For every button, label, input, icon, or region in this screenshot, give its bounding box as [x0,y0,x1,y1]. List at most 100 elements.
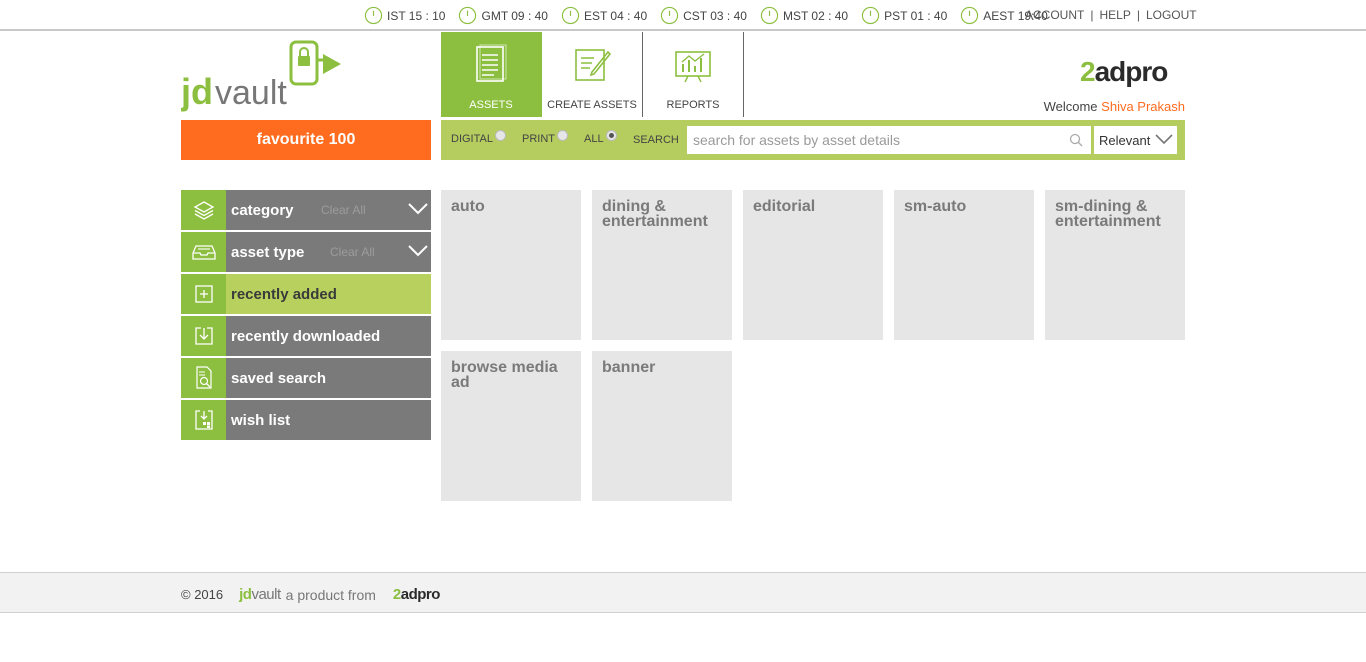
sort-select[interactable]: Relevant [1094,126,1177,154]
tile-label: banner [602,359,656,376]
brand-rest: adpro [1094,56,1169,87]
filter-label: DIGITAL [451,133,493,145]
tab-label: ASSETS [469,99,513,111]
user-name[interactable]: Shiva Prakash [1101,99,1185,114]
tile-label: dining & [602,198,666,215]
logo-vault: vault [215,74,287,112]
sidebar: category Clear All asset type Clear All [181,190,431,442]
tile-label: auto [451,198,485,215]
clock-label: MST 02 : 40 [782,8,849,23]
clock-mst: MST 02 : 40 [760,6,848,25]
welcome-message: Welcome Shiva Prakash [1044,99,1185,114]
tile-browse-media-ad[interactable]: browse media ad [441,351,581,501]
tile-label-line2: ad [451,374,470,391]
clock-icon [861,6,880,25]
sidebar-item-recently-downloaded[interactable]: recently downloaded [181,316,431,358]
clock-label: EST 04 : 40 [583,8,648,23]
tab-label: REPORTS [666,99,720,111]
sidebar-item-label: wish list [231,411,291,429]
clock-gmt: GMT 09 : 40 [458,6,548,25]
tab-label: CREATE ASSETS [547,99,637,111]
wishlist-icon [194,410,213,430]
account-link[interactable]: ACCOUNT [1025,8,1084,22]
copyright: © 2016 [181,587,224,602]
sidebar-item-label: recently added [231,285,337,303]
sidebar-item-label: category [231,201,294,219]
logout-link[interactable]: LOGOUT [1146,8,1197,22]
tile-auto[interactable]: auto [441,190,581,340]
tile-sm-dining-entertainment[interactable]: sm-dining & entertainment [1045,190,1185,340]
tile-editorial[interactable]: editorial [743,190,883,340]
filter-label: PRINT [522,133,555,145]
clock-label: CST 03 : 40 [683,8,747,23]
favourite-button[interactable]: favourite 100 [181,120,431,160]
digital-radio[interactable] [494,129,506,141]
tile-label: sm-dining & [1055,198,1148,215]
category-tiles: auto dining & entertainment editorial sm… [441,190,1196,512]
chevron-down-icon[interactable] [407,202,429,216]
sidebar-item-wish-list[interactable]: wish list [181,400,431,442]
timezone-clocks: IST 15 : 10 GMT 09 : 40 EST 04 : 40 CST … [364,6,1061,25]
tile-label: editorial [753,198,816,215]
tile-label: browse media [451,359,558,376]
clock-icon [364,6,383,25]
clock-est: EST 04 : 40 [561,6,647,25]
clear-all-link[interactable]: Clear All [330,245,375,259]
print-radio[interactable] [557,129,568,141]
filter-print[interactable]: PRINT [522,129,568,145]
separator: | [1136,8,1140,22]
tab-create-assets[interactable]: CREATE ASSETS [542,32,643,117]
search-document-icon [195,366,212,389]
clock-icon [660,6,679,25]
sidebar-item-label: saved search [231,369,327,387]
bar-chart-icon [675,51,711,83]
footer: © 2016 jdvault a product from 2adpro [0,572,1366,613]
tab-reports[interactable]: REPORTS [643,32,744,117]
padlock-plug-icon [289,40,341,86]
brand-two: 2 [1080,56,1096,87]
layers-icon [193,201,214,220]
footer-jdvault-logo: jdvault [239,586,281,603]
sidebar-item-asset-type[interactable]: asset type Clear All [181,232,431,274]
chevron-down-icon [1155,134,1173,145]
welcome-prefix: Welcome [1043,99,1098,114]
filter-all[interactable]: ALL [584,129,617,145]
clock-cst: CST 03 : 40 [660,6,747,25]
all-radio[interactable] [605,129,617,141]
tile-dining-entertainment[interactable]: dining & entertainment [592,190,732,340]
search-label: SEARCH [633,134,679,146]
search-input[interactable] [687,126,1091,154]
tile-label-line2: entertainment [602,213,708,230]
clock-label: IST 15 : 10 [387,8,446,23]
brand-logo: 2adpro [1080,56,1169,88]
tile-sm-auto[interactable]: sm-auto [894,190,1034,340]
search-icon[interactable] [1069,133,1083,147]
download-box-icon [194,327,213,345]
tab-assets[interactable]: ASSETS [441,32,542,117]
edit-document-icon [575,49,612,81]
tile-label: sm-auto [904,198,967,215]
sidebar-item-category[interactable]: category Clear All [181,190,431,232]
top-bar: IST 15 : 10 GMT 09 : 40 EST 04 : 40 CST … [0,0,1366,31]
clock-label: GMT 09 : 40 [481,8,548,23]
chevron-down-icon[interactable] [407,244,429,258]
filter-digital[interactable]: DIGITAL [451,129,506,145]
clock-icon [459,6,477,25]
clock-pst: PST 01 : 40 [861,6,947,25]
separator: | [1090,8,1094,22]
tile-banner[interactable]: banner [592,351,732,501]
jdvault-logo[interactable]: jd vault [181,40,346,112]
logo-jd: jd [181,71,213,112]
clock-label: PST 01 : 40 [884,8,948,23]
sort-value: Relevant [1099,132,1151,148]
sidebar-item-recently-added[interactable]: recently added [181,274,431,316]
sidebar-item-label: asset type [231,243,305,261]
clear-all-link[interactable]: Clear All [321,203,366,217]
search-bar: DIGITAL PRINT ALL SEARCH Relevant [441,120,1185,160]
top-links: ACCOUNT | HELP | LOGOUT [1025,8,1197,22]
help-link[interactable]: HELP [1099,8,1130,22]
tile-label-line2: entertainment [1055,213,1161,230]
clock-icon [561,6,580,25]
sidebar-item-saved-search[interactable]: saved search [181,358,431,400]
clock-icon [760,6,779,25]
